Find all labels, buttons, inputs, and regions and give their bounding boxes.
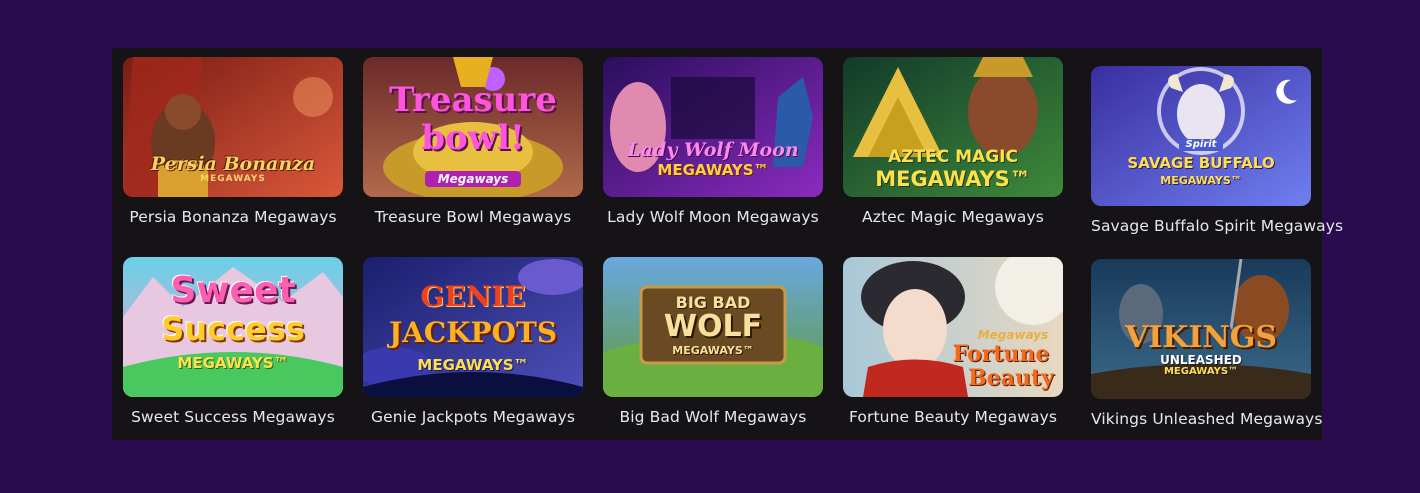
game-tile[interactable]: Megaways Fortune Beauty Fortune Beauty M…: [843, 257, 1063, 426]
fortune-beauty-art: [843, 257, 1063, 397]
game-thumbnail[interactable]: Lady Wolf Moon MEGAWAYS™: [603, 57, 823, 197]
game-thumbnail[interactable]: AZTEC MAGIC MEGAWAYS™: [843, 57, 1063, 197]
game-tile[interactable]: Persia Bonanza MEGAWAYS Persia Bonanza M…: [123, 57, 343, 226]
game-title[interactable]: Aztec Magic Megaways: [843, 208, 1063, 226]
savage-buffalo-art: [1091, 66, 1311, 206]
game-thumbnail[interactable]: Persia Bonanza MEGAWAYS: [123, 57, 343, 197]
game-title[interactable]: Savage Buffalo Spirit Megaways: [1091, 217, 1343, 235]
vikings-unleashed-art: [1091, 259, 1311, 399]
game-thumbnail[interactable]: BIG BAD WOLF MEGAWAYS™: [603, 257, 823, 397]
game-tile[interactable]: Spirit SAVAGE BUFFALO MEGAWAYS™ Savage B…: [1091, 66, 1343, 235]
big-bad-wolf-art: [603, 257, 823, 397]
game-title[interactable]: Sweet Success Megaways: [123, 408, 343, 426]
game-title[interactable]: Fortune Beauty Megaways: [843, 408, 1063, 426]
game-thumbnail[interactable]: VIKINGS UNLEASHED MEGAWAYS™: [1091, 259, 1311, 399]
game-title[interactable]: Big Bad Wolf Megaways: [603, 408, 823, 426]
persia-bonanza-art: [123, 57, 343, 197]
games-panel: Persia Bonanza MEGAWAYS Persia Bonanza M…: [112, 48, 1343, 440]
game-title[interactable]: Lady Wolf Moon Megaways: [603, 208, 823, 226]
treasure-bowl-art: [363, 57, 583, 197]
game-thumbnail[interactable]: GENIE JACKPOTS MEGAWAYS™: [363, 257, 583, 397]
game-thumbnail[interactable]: Sweet Success MEGAWAYS™: [123, 257, 343, 397]
sweet-success-art: [123, 257, 343, 397]
game-title[interactable]: Vikings Unleashed Megaways: [1091, 410, 1322, 428]
game-tile[interactable]: Treasure bowl! Megaways Treasure Bowl Me…: [363, 57, 583, 226]
game-tile[interactable]: Lady Wolf Moon MEGAWAYS™ Lady Wolf Moon …: [603, 57, 823, 226]
game-title[interactable]: Treasure Bowl Megaways: [363, 208, 583, 226]
game-tile[interactable]: GENIE JACKPOTS MEGAWAYS™ Genie Jackpots …: [363, 257, 583, 426]
game-thumbnail[interactable]: Megaways Fortune Beauty: [843, 257, 1063, 397]
game-thumbnail[interactable]: Spirit SAVAGE BUFFALO MEGAWAYS™: [1091, 66, 1311, 206]
aztec-magic-art: [843, 57, 1063, 197]
lady-wolf-moon-art: [603, 57, 823, 197]
game-title[interactable]: Persia Bonanza Megaways: [123, 208, 343, 226]
game-thumbnail[interactable]: Treasure bowl! Megaways: [363, 57, 583, 197]
game-tile[interactable]: BIG BAD WOLF MEGAWAYS™ Big Bad Wolf Mega…: [603, 257, 823, 426]
game-title[interactable]: Genie Jackpots Megaways: [363, 408, 583, 426]
genie-jackpots-art: [363, 257, 583, 397]
game-tile[interactable]: Sweet Success MEGAWAYS™ Sweet Success Me…: [123, 257, 343, 426]
game-tile[interactable]: AZTEC MAGIC MEGAWAYS™ Aztec Magic Megawa…: [843, 57, 1063, 226]
game-tile[interactable]: VIKINGS UNLEASHED MEGAWAYS™ Vikings Unle…: [1091, 259, 1322, 428]
